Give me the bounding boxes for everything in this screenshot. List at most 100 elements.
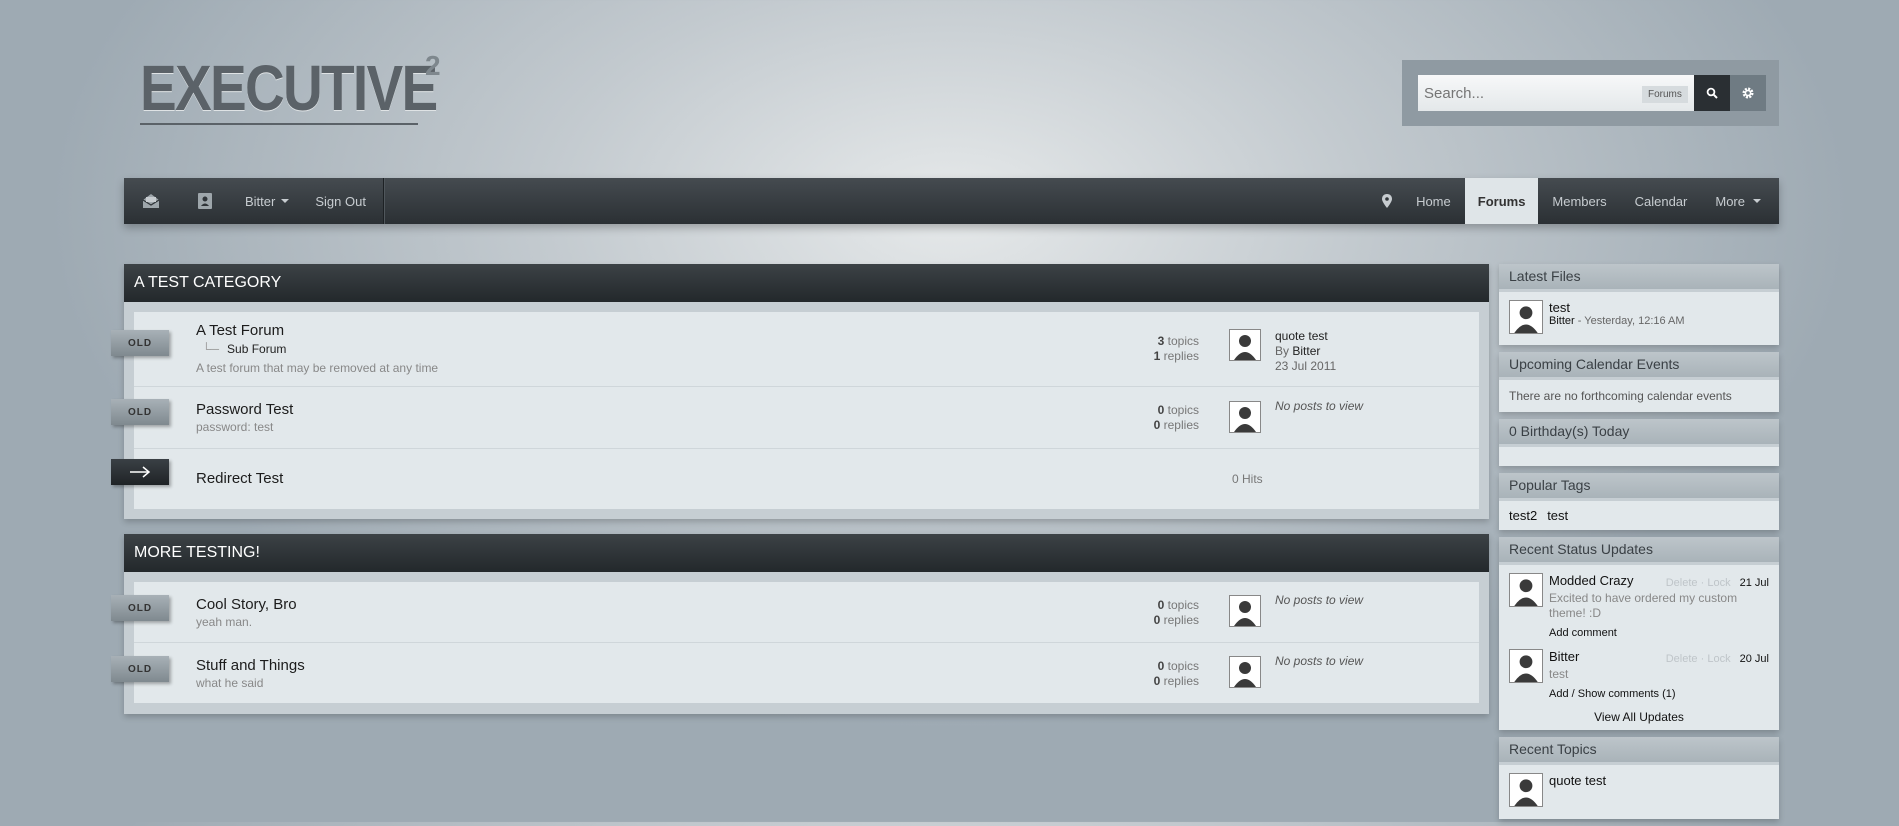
- arrow-right-icon: [130, 466, 151, 478]
- forum-stats: 3 topics 1 replies: [1154, 334, 1199, 364]
- avatar[interactable]: [1509, 773, 1543, 807]
- last-post-info: quote test By Bitter 23 Jul 2011: [1275, 329, 1336, 374]
- forum-name[interactable]: Stuff and Things: [196, 657, 305, 674]
- forum-description: password: test: [196, 420, 274, 434]
- advanced-search-button[interactable]: [1730, 75, 1766, 111]
- avatar[interactable]: [1229, 329, 1261, 361]
- location-button[interactable]: [1372, 178, 1402, 224]
- replies-label: replies: [1163, 349, 1199, 363]
- user-menu-link[interactable]: Bitter: [232, 178, 302, 224]
- default-avatar-icon: [1234, 662, 1256, 687]
- status-text: test: [1549, 667, 1569, 681]
- status-item: Delete · Lock 21 Jul Modded Crazy Excite…: [1509, 573, 1769, 639]
- last-post-author[interactable]: Bitter: [1292, 344, 1320, 358]
- replies-label: replies: [1163, 674, 1199, 688]
- messenger-button[interactable]: [124, 178, 178, 224]
- file-name[interactable]: test: [1549, 300, 1769, 315]
- tag-link[interactable]: test2: [1509, 508, 1537, 523]
- tab-forums[interactable]: Forums: [1464, 178, 1539, 224]
- envelope-icon: [142, 194, 160, 208]
- id-badge-icon: [198, 193, 212, 209]
- tab-more-label: More: [1715, 193, 1745, 209]
- logo-superscript: 2: [425, 50, 441, 81]
- separator: ·: [1700, 653, 1705, 665]
- tab-calendar[interactable]: Calendar: [1621, 178, 1702, 224]
- recent-topics-block: Recent Topics quote test: [1499, 737, 1779, 819]
- forum-name[interactable]: Cool Story, Bro: [196, 596, 297, 613]
- tab-home[interactable]: Home: [1402, 178, 1465, 224]
- redirect-hits: 0 Hits: [1232, 472, 1263, 486]
- category-title[interactable]: A Test Category: [124, 264, 1489, 302]
- status-date: 20 Jul: [1739, 653, 1769, 665]
- gear-icon: [1742, 87, 1754, 99]
- category-title[interactable]: More Testing!: [124, 534, 1489, 572]
- topic-count: 0: [1157, 403, 1165, 417]
- search-scope[interactable]: Forums: [1642, 86, 1688, 103]
- delete-status-link[interactable]: Delete: [1666, 653, 1698, 665]
- status-updates-block: Recent Status Updates Delete · Lock 21 J…: [1499, 537, 1779, 730]
- latest-files-block: Latest Files test Bitter - Yesterday, 12…: [1499, 264, 1779, 345]
- sign-out-link[interactable]: Sign Out: [302, 178, 379, 224]
- default-avatar-icon: [1234, 407, 1256, 432]
- delete-status-link[interactable]: Delete: [1666, 577, 1698, 589]
- forum-name[interactable]: A Test Forum: [196, 322, 284, 339]
- avatar[interactable]: [1509, 573, 1543, 607]
- forum-stats: 0 topics 0 replies: [1154, 403, 1199, 433]
- tag-link[interactable]: test: [1547, 508, 1568, 523]
- separator: ·: [1700, 577, 1705, 589]
- block-title: Popular Tags: [1499, 473, 1779, 498]
- notifications-button[interactable]: [178, 178, 232, 224]
- sidebar: Latest Files test Bitter - Yesterday, 12…: [1499, 264, 1779, 826]
- main-nav: Bitter Sign Out Home Forums Members Cale…: [124, 178, 1779, 224]
- block-title: 0 Birthday(s) Today: [1499, 419, 1779, 444]
- forum-description: yeah man.: [196, 615, 253, 629]
- forum-row: OLD Password Test password: test 0 topic…: [111, 387, 1479, 449]
- topic-title[interactable]: quote test: [1549, 773, 1769, 788]
- default-avatar-icon: [1514, 655, 1538, 682]
- calendar-events-block: Upcoming Calendar Events There are no fo…: [1499, 352, 1779, 412]
- no-posts-text: No posts to view: [1275, 593, 1364, 607]
- forum-description: what he said: [196, 676, 264, 690]
- topics-label: topics: [1167, 403, 1199, 417]
- default-avatar-icon: [1234, 335, 1256, 360]
- show-comments-link[interactable]: Add / Show comments (1): [1549, 688, 1769, 700]
- forum-name[interactable]: Redirect Test: [196, 470, 283, 487]
- status-date: 21 Jul: [1739, 577, 1769, 589]
- status-item: Delete · Lock 20 Jul Bitter test Add / S…: [1509, 649, 1769, 700]
- block-title: Latest Files: [1499, 264, 1779, 289]
- forum-row: OLD Cool Story, Bro yeah man. 0 topics 0…: [111, 582, 1479, 643]
- tab-more[interactable]: More: [1701, 178, 1779, 224]
- topic-count: 0: [1157, 659, 1165, 673]
- reply-count: 0: [1153, 418, 1161, 432]
- logo-text: EXECUTIVE: [140, 52, 438, 124]
- primary-nav: Home Forums Members Calendar More: [1372, 178, 1779, 224]
- search-box: Forums: [1402, 60, 1779, 126]
- category-block: More Testing! OLD Cool Story, Bro yeah m…: [111, 534, 1489, 714]
- reply-count: 0: [1153, 674, 1161, 688]
- lock-status-link[interactable]: Lock: [1707, 653, 1730, 665]
- reply-count: 1: [1153, 349, 1161, 363]
- avatar: [1229, 656, 1261, 688]
- status-text: Excited to have ordered my custom theme!…: [1549, 591, 1738, 620]
- avatar[interactable]: [1509, 300, 1543, 334]
- default-avatar-icon: [1514, 306, 1538, 333]
- last-post-title[interactable]: quote test: [1275, 329, 1336, 344]
- map-pin-icon: [1382, 194, 1393, 208]
- add-comment-link[interactable]: Add comment: [1549, 627, 1769, 639]
- no-posts-text: No posts to view: [1275, 399, 1364, 413]
- user-nav: Bitter Sign Out: [124, 178, 384, 224]
- view-all-updates-link[interactable]: View All Updates: [1509, 710, 1769, 724]
- reply-count: 0: [1153, 613, 1161, 627]
- forum-stats: 0 topics 0 replies: [1154, 659, 1199, 689]
- lock-status-link[interactable]: Lock: [1707, 577, 1730, 589]
- tab-members[interactable]: Members: [1538, 178, 1620, 224]
- forum-row: Redirect Test 0 Hits: [111, 449, 1479, 509]
- search-button[interactable]: [1694, 75, 1730, 111]
- avatar[interactable]: [1509, 649, 1543, 683]
- file-author[interactable]: Bitter: [1549, 315, 1575, 327]
- site-logo[interactable]: EXECUTIVE 2: [140, 50, 485, 126]
- forum-name[interactable]: Password Test: [196, 401, 293, 418]
- subforum-link[interactable]: └─ Sub Forum: [202, 342, 286, 356]
- subforum-name: Sub Forum: [227, 342, 287, 356]
- forum-list: OLD Cool Story, Bro yeah man. 0 topics 0…: [111, 582, 1479, 703]
